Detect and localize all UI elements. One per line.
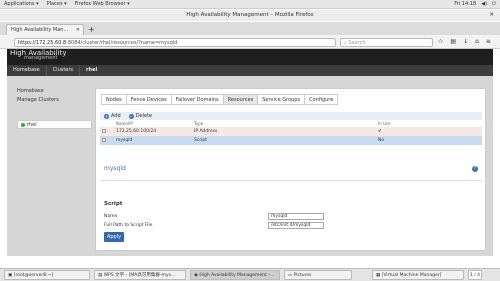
breadcrumb-homebase[interactable]: Homebase	[7, 65, 47, 76]
apply-button[interactable]: Apply	[104, 232, 124, 242]
col-name: Name/IP	[116, 121, 133, 126]
url-host: https://172.25.60.8	[18, 40, 67, 46]
taskbar: ▣ [root@server8:~] ▤ WPS 文字 - [MA高可用集群-m…	[0, 268, 500, 281]
cluster-name: rhel	[27, 122, 37, 128]
breadcrumb: Homebase Clusters rhel	[7, 65, 493, 76]
system-tray: Fri 14:18 ◀) ⏻	[454, 1, 496, 7]
tab-close-icon[interactable]: ✕	[76, 25, 80, 35]
breadcrumb-clusters[interactable]: Clusters	[47, 65, 81, 76]
bookmarks-icon[interactable]: ▤	[450, 38, 456, 45]
tab-nodes[interactable]: Nodes	[101, 94, 126, 105]
add-label: Add	[111, 113, 121, 119]
clock[interactable]: Fri 14:18	[454, 1, 476, 7]
tab-failover-domains[interactable]: Failover Domains	[170, 94, 223, 105]
help-icon[interactable]: ?	[472, 166, 478, 172]
add-icon: +	[104, 113, 109, 119]
resources-table: Name/IP Type In Use 172.25.60.100/24 IP …	[100, 120, 482, 145]
task-terminal[interactable]: ▣ [root@server8:~]	[4, 270, 90, 280]
applications-menu[interactable]: Applications ▾	[0, 1, 43, 7]
menu-icon[interactable]: ≡	[486, 38, 491, 45]
app-brand-header: High Availability management	[7, 49, 493, 65]
system-top-bar: Applications ▾ Places ▾ Firefox Web Brow…	[0, 0, 500, 9]
volume-icon[interactable]: ◀)	[481, 1, 487, 7]
bookmark-star-icon[interactable]: ☆	[438, 38, 443, 45]
table-row[interactable]: mysqld Script No	[100, 136, 482, 145]
task-virt-manager[interactable]: ▦ [Virtual Machine Manager]	[372, 270, 464, 280]
resource-detail-title: mysqld	[104, 165, 126, 172]
task-label: WPS 文字 - [MA高可用集群-mys...	[103, 273, 176, 278]
resource-toolbar: + Add − Delete	[100, 112, 482, 120]
select-cell	[100, 136, 114, 145]
left-nav: Homebase Manage Clusters	[17, 87, 59, 105]
search-input[interactable]: ⌕ Search	[340, 38, 433, 47]
tab-configure[interactable]: Configure	[304, 94, 339, 105]
tab-title: High Availability Man...	[11, 27, 69, 33]
delete-label: Delete	[135, 113, 153, 119]
browser-tab-strip: High Availability Man... ✕ +	[0, 22, 500, 35]
type-cell: IP Address	[194, 129, 218, 134]
name-cell: mysqld	[116, 138, 133, 143]
tab-resources[interactable]: Resources	[222, 94, 258, 105]
browser-tab[interactable]: High Availability Man... ✕	[6, 24, 84, 35]
divider	[100, 180, 482, 181]
select-cell	[100, 127, 114, 136]
cluster-status-icon	[21, 123, 25, 127]
script-section-title: Script	[104, 201, 123, 207]
brand-subtitle: management	[24, 55, 58, 61]
task-label: Pictures	[293, 273, 312, 278]
firefox-menu[interactable]: Firefox Web Browser ▾	[71, 1, 134, 7]
home-icon[interactable]: ⌂	[475, 38, 479, 45]
task-firefox[interactable]: ◉ High Availability Management –...	[190, 270, 280, 280]
workspace-pager[interactable]: 1 / 4	[468, 270, 482, 280]
tab-service-groups[interactable]: Service Groups	[257, 94, 305, 105]
nav-homebase[interactable]: Homebase	[17, 87, 59, 96]
script-path-label: Full Path to Script File	[104, 223, 153, 228]
task-label: [Virtual Machine Manager]	[381, 273, 442, 278]
cluster-tabs: Nodes Fence Devices Failover Domains Res…	[101, 94, 339, 105]
select-column	[100, 120, 114, 127]
breadcrumb-rhel[interactable]: rhel	[80, 65, 103, 76]
cluster-item-rhel[interactable]: rhel	[17, 120, 92, 129]
search-placeholder: Search	[348, 40, 366, 46]
table-header: Name/IP Type In Use	[100, 120, 482, 127]
name-field[interactable]: mysqld	[268, 213, 324, 220]
name-label: Name	[104, 214, 118, 219]
toolbar-icons: ☆ ▤ ↓ ⌂ ≡	[438, 38, 491, 45]
window-titlebar: High Availability Management – Mozilla F…	[0, 10, 500, 21]
tab-fence-devices[interactable]: Fence Devices	[125, 94, 171, 105]
task-wps[interactable]: ▤ WPS 文字 - [MA高可用集群-mys...	[94, 270, 186, 280]
app-body: Homebase Manage Clusters rhel Nodes Fenc…	[7, 76, 493, 256]
download-icon[interactable]: ↓	[463, 38, 468, 45]
task-label: High Availability Management –...	[199, 273, 275, 278]
script-path-field[interactable]: /etc/init.d/mysqld	[268, 222, 324, 229]
in-use-cell: ✔	[378, 129, 382, 134]
url-path: :8084/cluster/rhel/resources/?name=mysql…	[66, 40, 178, 46]
row-checkbox[interactable]	[102, 128, 106, 133]
add-button[interactable]: + Add	[104, 112, 121, 120]
task-label: [root@server8:~]	[13, 273, 54, 278]
task-pictures[interactable]: ▭ Pictures	[284, 270, 352, 280]
cluster-panel: Nodes Fence Devices Failover Domains Res…	[95, 88, 486, 251]
delete-icon: −	[128, 113, 134, 119]
name-cell: 172.25.60.100/24	[116, 129, 157, 134]
in-use-cell: No	[378, 138, 385, 143]
row-checkbox[interactable]	[102, 137, 106, 142]
url-bar[interactable]: https://172.25.60.8:8084/cluster/rhel/re…	[14, 38, 336, 47]
type-cell: Script	[194, 138, 208, 143]
table-row[interactable]: 172.25.60.100/24 IP Address ✔	[100, 127, 482, 136]
navigation-bar: https://172.25.60.8:8084/cluster/rhel/re…	[0, 35, 500, 49]
new-tab-icon[interactable]: +	[88, 25, 95, 34]
places-menu[interactable]: Places ▾	[43, 1, 71, 7]
power-icon[interactable]: ⏻	[492, 1, 496, 7]
col-type: Type	[194, 121, 204, 126]
close-icon[interactable]: ✕	[489, 10, 494, 21]
nav-manage-clusters[interactable]: Manage Clusters	[17, 96, 59, 105]
delete-button[interactable]: − Delete	[128, 112, 153, 120]
col-in-use: In Use	[378, 121, 391, 126]
window-title: High Availability Management – Mozilla F…	[186, 12, 314, 18]
